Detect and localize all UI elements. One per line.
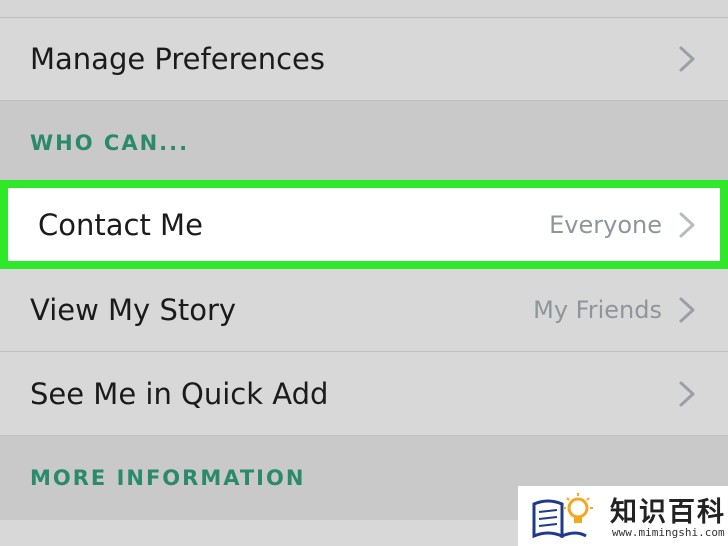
quick-add-row[interactable]: See Me in Quick Add	[0, 352, 728, 436]
contact-me-value: Everyone	[549, 210, 662, 239]
settings-screen: Manage Preferences WHO CAN... Contact Me…	[0, 0, 728, 546]
book-lightbulb-icon	[530, 490, 600, 542]
chevron-right-icon	[676, 297, 698, 323]
chevron-right-icon	[676, 381, 698, 407]
view-my-story-label: View My Story	[30, 293, 237, 327]
watermark: 知识百科 www.mimingshi.com	[518, 486, 728, 546]
watermark-url: www.mimingshi.com	[612, 526, 725, 539]
who-can-section-label: WHO CAN...	[30, 131, 190, 155]
chevron-right-icon	[676, 212, 698, 238]
contact-me-label: Contact Me	[38, 207, 203, 242]
manage-preferences-label: Manage Preferences	[30, 42, 325, 76]
chevron-right-icon	[676, 46, 698, 72]
who-can-section-header: WHO CAN...	[0, 101, 728, 185]
view-my-story-value: My Friends	[533, 296, 662, 324]
watermark-title: 知识百科	[610, 497, 726, 528]
quick-add-label: See Me in Quick Add	[30, 376, 329, 411]
manage-preferences-row[interactable]: Manage Preferences	[0, 18, 728, 101]
previous-row-edge	[0, 0, 728, 18]
view-my-story-row[interactable]: View My Story My Friends	[0, 269, 728, 352]
contact-me-row[interactable]: Contact Me Everyone	[0, 180, 728, 269]
more-information-section-label: MORE INFORMATION	[30, 466, 306, 490]
